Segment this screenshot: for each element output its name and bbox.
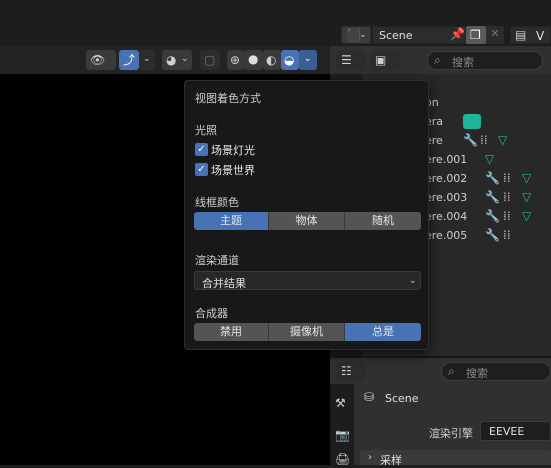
shading-solid-button[interactable]: ● [245,50,263,70]
output-tab-icon[interactable]: 🖨 [335,452,350,466]
gizmo-dropdown[interactable]: ⌄ [139,50,155,70]
display-mode-icon: ▣ [375,53,387,67]
xray-icon: ▢ [204,53,216,67]
render-pass-select[interactable]: 合并结果 ⌄ [194,271,421,290]
mesh-icon: ▽ [522,190,532,204]
overlays-icon: ◕ [166,53,177,67]
sampling-panel-header[interactable]: › 采样 [360,450,551,467]
scene-label: Scene [385,392,419,405]
new-scene-button[interactable]: ❐ [466,26,486,44]
rendered-icon: ◒ [284,53,295,67]
compositor-heading: 合成器 [195,307,228,320]
copy-icon: ❐ [470,28,481,42]
wire-color-heading: 线框颜色 [195,196,239,209]
scene-world-checkbox[interactable]: ✓ [195,163,208,176]
particles-icon: ⁞⁞ [480,133,488,147]
sampling-label: 采样 [380,454,402,467]
search-icon: ⌕ [434,53,441,67]
outliner-search-input[interactable]: 搜索 [427,51,543,70]
close-icon: ✕ [490,27,500,40]
shading-wireframe-button[interactable]: ⊕ [227,50,245,70]
search-icon: ⌕ [448,364,455,378]
compositor-camera-option[interactable]: 摄像机 [269,323,345,341]
chevron-down-icon: ⌄ [143,54,151,64]
properties-icon: ☷ [341,364,352,378]
shading-material-button[interactable]: ◐ [263,50,281,70]
properties-tabs: ⚒ 📷 🖨 [330,384,354,466]
chevron-right-icon: › [368,452,372,463]
material-icon: ◐ [266,53,277,67]
compositor-disabled-option[interactable]: 禁用 [194,323,269,341]
chevron-down-icon: ⌄ [359,30,367,40]
mesh-icon: ▽ [522,171,532,185]
outliner-display-mode-button[interactable]: ▣ [370,51,400,70]
unlink-scene-button[interactable]: ✕ [486,26,504,44]
scene-icon: ⛁ [364,390,375,404]
properties-editor-type-button[interactable]: ☷ [336,362,366,381]
wrench-icon: 🔧 [485,209,500,223]
shading-rendered-button[interactable]: ◒ [281,50,299,70]
viewport-shading-popover: 视图着色方式 光照 ✓ 场景灯光 ✓ 场景世界 线框颜色 主题 物体 随机 渲染… [184,80,429,350]
render-engine-label: 渲染引擎 [429,427,473,440]
xray-toggle[interactable]: ▢ [200,50,220,70]
gizmo-icon: ⤴ [123,53,136,67]
overlays-button[interactable]: ◕ ⌄ [162,50,192,70]
properties-search-input[interactable]: 搜索 [441,362,551,381]
list-icon: ☰ [341,53,352,67]
mesh-icon: ▽ [522,209,532,223]
mesh-icon: ▽ [498,133,508,147]
solid-icon: ● [248,52,259,66]
wireframe-icon: ⊕ [230,53,241,67]
wrench-icon: 🔧 [463,133,478,147]
chevron-down-icon: ⌄ [181,54,189,64]
render-tab-icon[interactable]: 📷 [335,428,350,442]
mesh-icon: ▽ [485,152,495,166]
outliner-editor-type-button[interactable]: ☰ [336,51,366,70]
wire-color-object-option[interactable]: 物体 [269,212,345,230]
particles-icon: ⁞⁞ [503,190,511,204]
view-layer-button[interactable]: ▤ V [510,26,551,44]
wire-color-random-option[interactable]: 随机 [345,212,421,230]
view-layer-icon: ▤ [515,28,527,42]
render-pass-heading: 渲染通道 [195,254,239,267]
view-layer-label: V [536,29,545,43]
outliner-row-label: ere.001 [425,153,468,166]
scene-lights-checkbox[interactable]: ✓ [195,143,208,156]
chevron-down-icon: ⌄ [409,276,417,286]
scene-lights-label: 场景灯光 [211,144,255,157]
outliner-row-label: ere.004 [425,210,468,223]
particles-icon: ⁞⁞ [503,171,511,185]
wire-color-theme-option[interactable]: 主题 [194,212,269,230]
wrench-icon: 🔧 [485,228,500,242]
tool-tab-icon[interactable]: ⚒ [335,396,346,410]
render-engine-select[interactable]: EEVEE [480,421,551,441]
pin-icon[interactable]: 📌 [446,26,466,44]
outliner-row-label: ere.002 [425,172,468,185]
outliner-row-label: ere.003 [425,191,468,204]
outliner-row-label: ere.005 [425,229,468,242]
popover-title: 视图着色方式 [195,92,261,105]
lighting-heading: 光照 [195,124,217,137]
visibility-button[interactable]: 👁 [86,50,116,70]
gizmo-toggle[interactable]: ⤴ [119,50,139,70]
render-pass-value: 合并结果 [202,277,246,290]
wrench-icon: 🔧 [485,171,500,185]
compositor-always-option[interactable]: 总是 [345,323,421,341]
particles-icon: ⁞⁞ [503,228,511,242]
eye-icon: 👁 [90,53,106,67]
scene-world-label: 场景世界 [211,164,255,177]
shading-popover-button[interactable]: ⌄ [299,50,317,70]
scene-browse-button[interactable]: ⬛ ⌄ [341,26,371,44]
camera-data-icon [463,114,481,129]
particles-icon: ⁞⁞ [503,209,511,223]
chevron-down-icon: ⌄ [304,54,312,64]
wrench-icon: 🔧 [485,190,500,204]
